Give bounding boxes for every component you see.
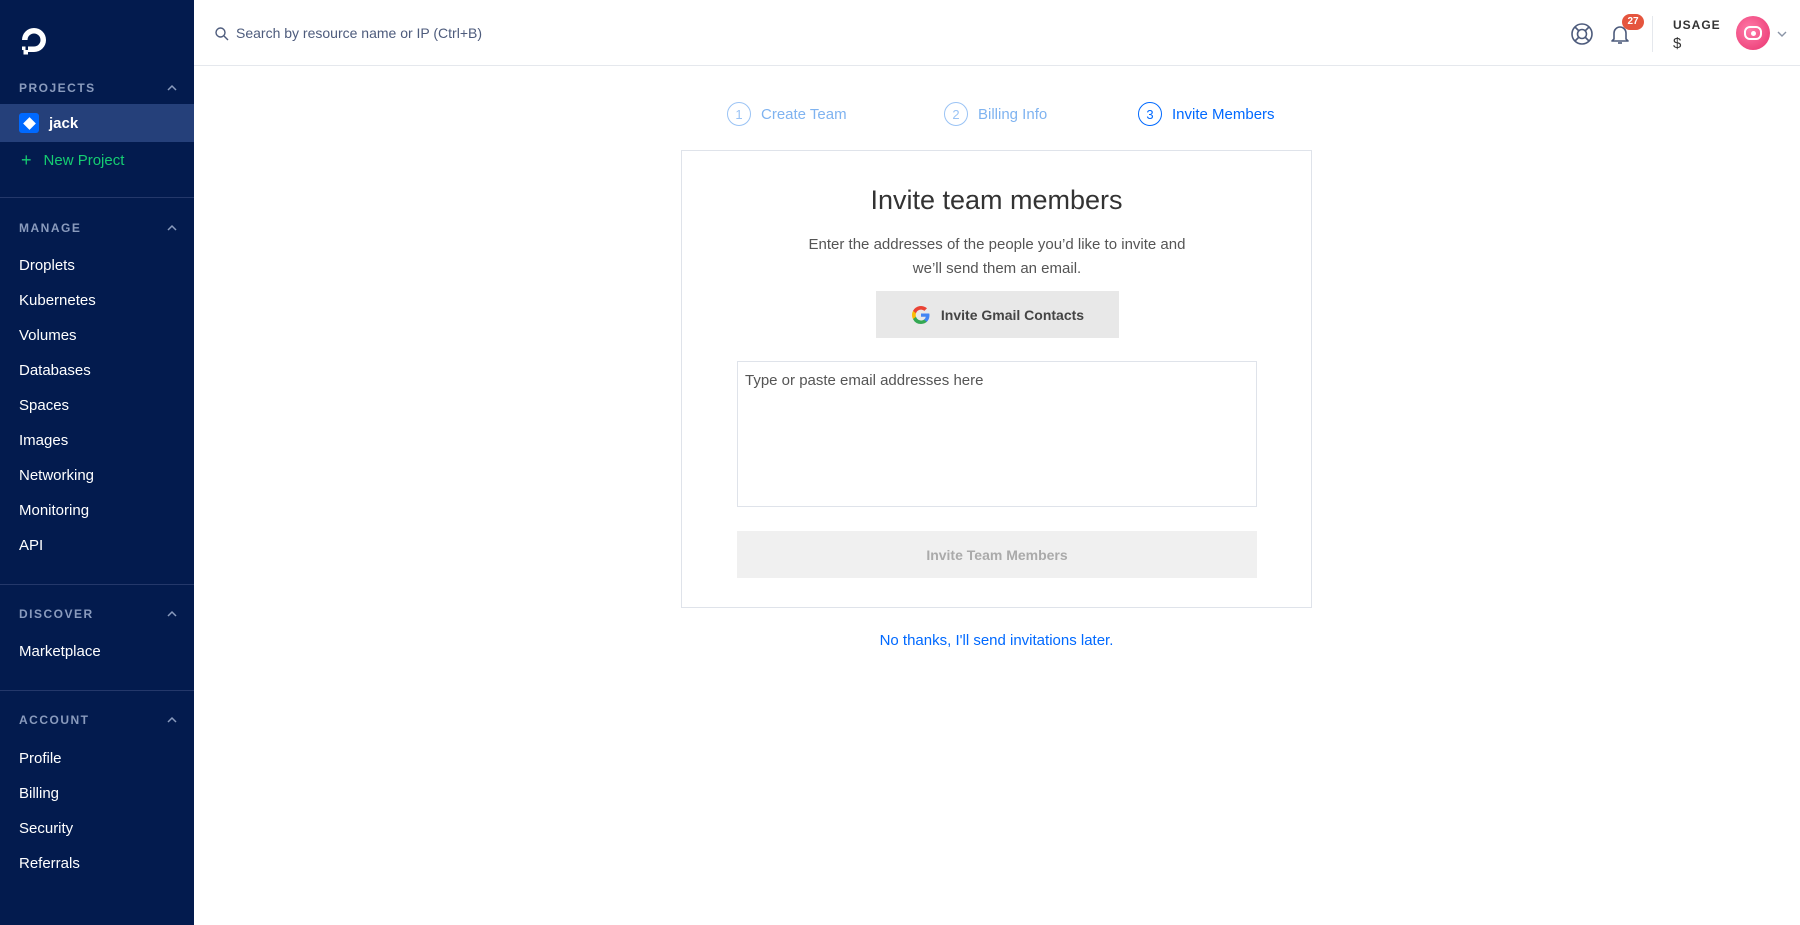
- sidebar-item-databases[interactable]: Databases: [19, 360, 91, 382]
- step-label: Billing Info: [978, 105, 1048, 123]
- discover-section-header[interactable]: DISCOVER: [19, 604, 179, 624]
- manage-heading: MANAGE: [19, 221, 82, 235]
- avatar-glyph: [1744, 26, 1762, 40]
- help-lifebuoy-icon[interactable]: [1570, 22, 1594, 46]
- sidebar: PROJECTS jack + New Project MANAGE Dropl…: [0, 0, 194, 925]
- page-title: Invite team members: [870, 185, 1123, 215]
- step-invite-members: 3 Invite Members: [1138, 102, 1275, 126]
- step-label: Create Team: [761, 105, 847, 123]
- sidebar-item-profile[interactable]: Profile: [19, 748, 62, 770]
- invite-gmail-contacts-button[interactable]: Invite Gmail Contacts: [876, 291, 1119, 338]
- avatar[interactable]: [1736, 16, 1770, 50]
- notification-count-badge: 27: [1622, 14, 1644, 30]
- email-addresses-field[interactable]: [737, 361, 1257, 507]
- invite-team-members-button[interactable]: Invite Team Members: [737, 531, 1257, 578]
- plus-icon: +: [21, 149, 32, 170]
- projects-heading: PROJECTS: [19, 81, 96, 95]
- manage-section-header[interactable]: MANAGE: [19, 218, 179, 238]
- usage-value: $: [1673, 35, 1682, 52]
- skip-invitations-link[interactable]: No thanks, I'll send invitations later.: [681, 632, 1312, 649]
- chevron-down-icon[interactable]: [1776, 28, 1788, 40]
- sidebar-item-security[interactable]: Security: [19, 818, 73, 840]
- sidebar-item-spaces[interactable]: Spaces: [19, 395, 69, 417]
- chevron-up-icon: [167, 84, 177, 91]
- sidebar-divider: [0, 584, 194, 585]
- sidebar-item-images[interactable]: Images: [19, 430, 68, 452]
- step-number: 2: [944, 102, 968, 126]
- search-icon: [215, 27, 229, 41]
- sidebar-divider: [0, 690, 194, 691]
- topbar-divider: [1652, 16, 1653, 52]
- sidebar-item-networking[interactable]: Networking: [19, 465, 94, 487]
- invite-description: Enter the addresses of the people you’d …: [808, 236, 1186, 277]
- sidebar-item-kubernetes[interactable]: Kubernetes: [19, 290, 96, 312]
- invite-gmail-contacts-label: Invite Gmail Contacts: [940, 306, 1085, 323]
- digitalocean-logo[interactable]: [18, 24, 50, 56]
- project-icon: [19, 113, 39, 133]
- new-project-link[interactable]: + New Project: [0, 141, 194, 179]
- step-create-team[interactable]: 1 Create Team: [727, 102, 847, 126]
- chevron-up-icon: [167, 224, 177, 231]
- google-icon: [911, 305, 930, 324]
- search-input[interactable]: [236, 20, 736, 46]
- sidebar-item-api[interactable]: API: [19, 535, 43, 557]
- sidebar-item-monitoring[interactable]: Monitoring: [19, 500, 89, 522]
- sidebar-divider: [0, 197, 194, 198]
- chevron-up-icon: [167, 716, 177, 723]
- step-label: Invite Members: [1172, 105, 1275, 123]
- account-heading: ACCOUNT: [19, 713, 90, 727]
- step-number: 1: [727, 102, 751, 126]
- step-billing-info[interactable]: 2 Billing Info: [944, 102, 1047, 126]
- invite-card: Invite team members Enter the addresses …: [681, 150, 1312, 608]
- step-number: 3: [1138, 102, 1162, 126]
- topbar: 27 USAGE $: [194, 0, 1800, 66]
- account-section-header[interactable]: ACCOUNT: [19, 710, 179, 730]
- new-project-label: New Project: [43, 151, 125, 169]
- sidebar-item-project-jack[interactable]: jack: [0, 104, 194, 142]
- sidebar-item-volumes[interactable]: Volumes: [19, 325, 77, 347]
- sidebar-item-billing[interactable]: Billing: [19, 783, 59, 805]
- sidebar-item-referrals[interactable]: Referrals: [19, 853, 80, 875]
- project-name: jack: [49, 114, 79, 132]
- discover-heading: DISCOVER: [19, 607, 94, 621]
- chevron-up-icon: [167, 610, 177, 617]
- usage-label: USAGE: [1673, 18, 1721, 32]
- sidebar-item-marketplace[interactable]: Marketplace: [19, 641, 101, 663]
- projects-section-header[interactable]: PROJECTS: [19, 78, 179, 98]
- sidebar-item-droplets[interactable]: Droplets: [19, 255, 75, 277]
